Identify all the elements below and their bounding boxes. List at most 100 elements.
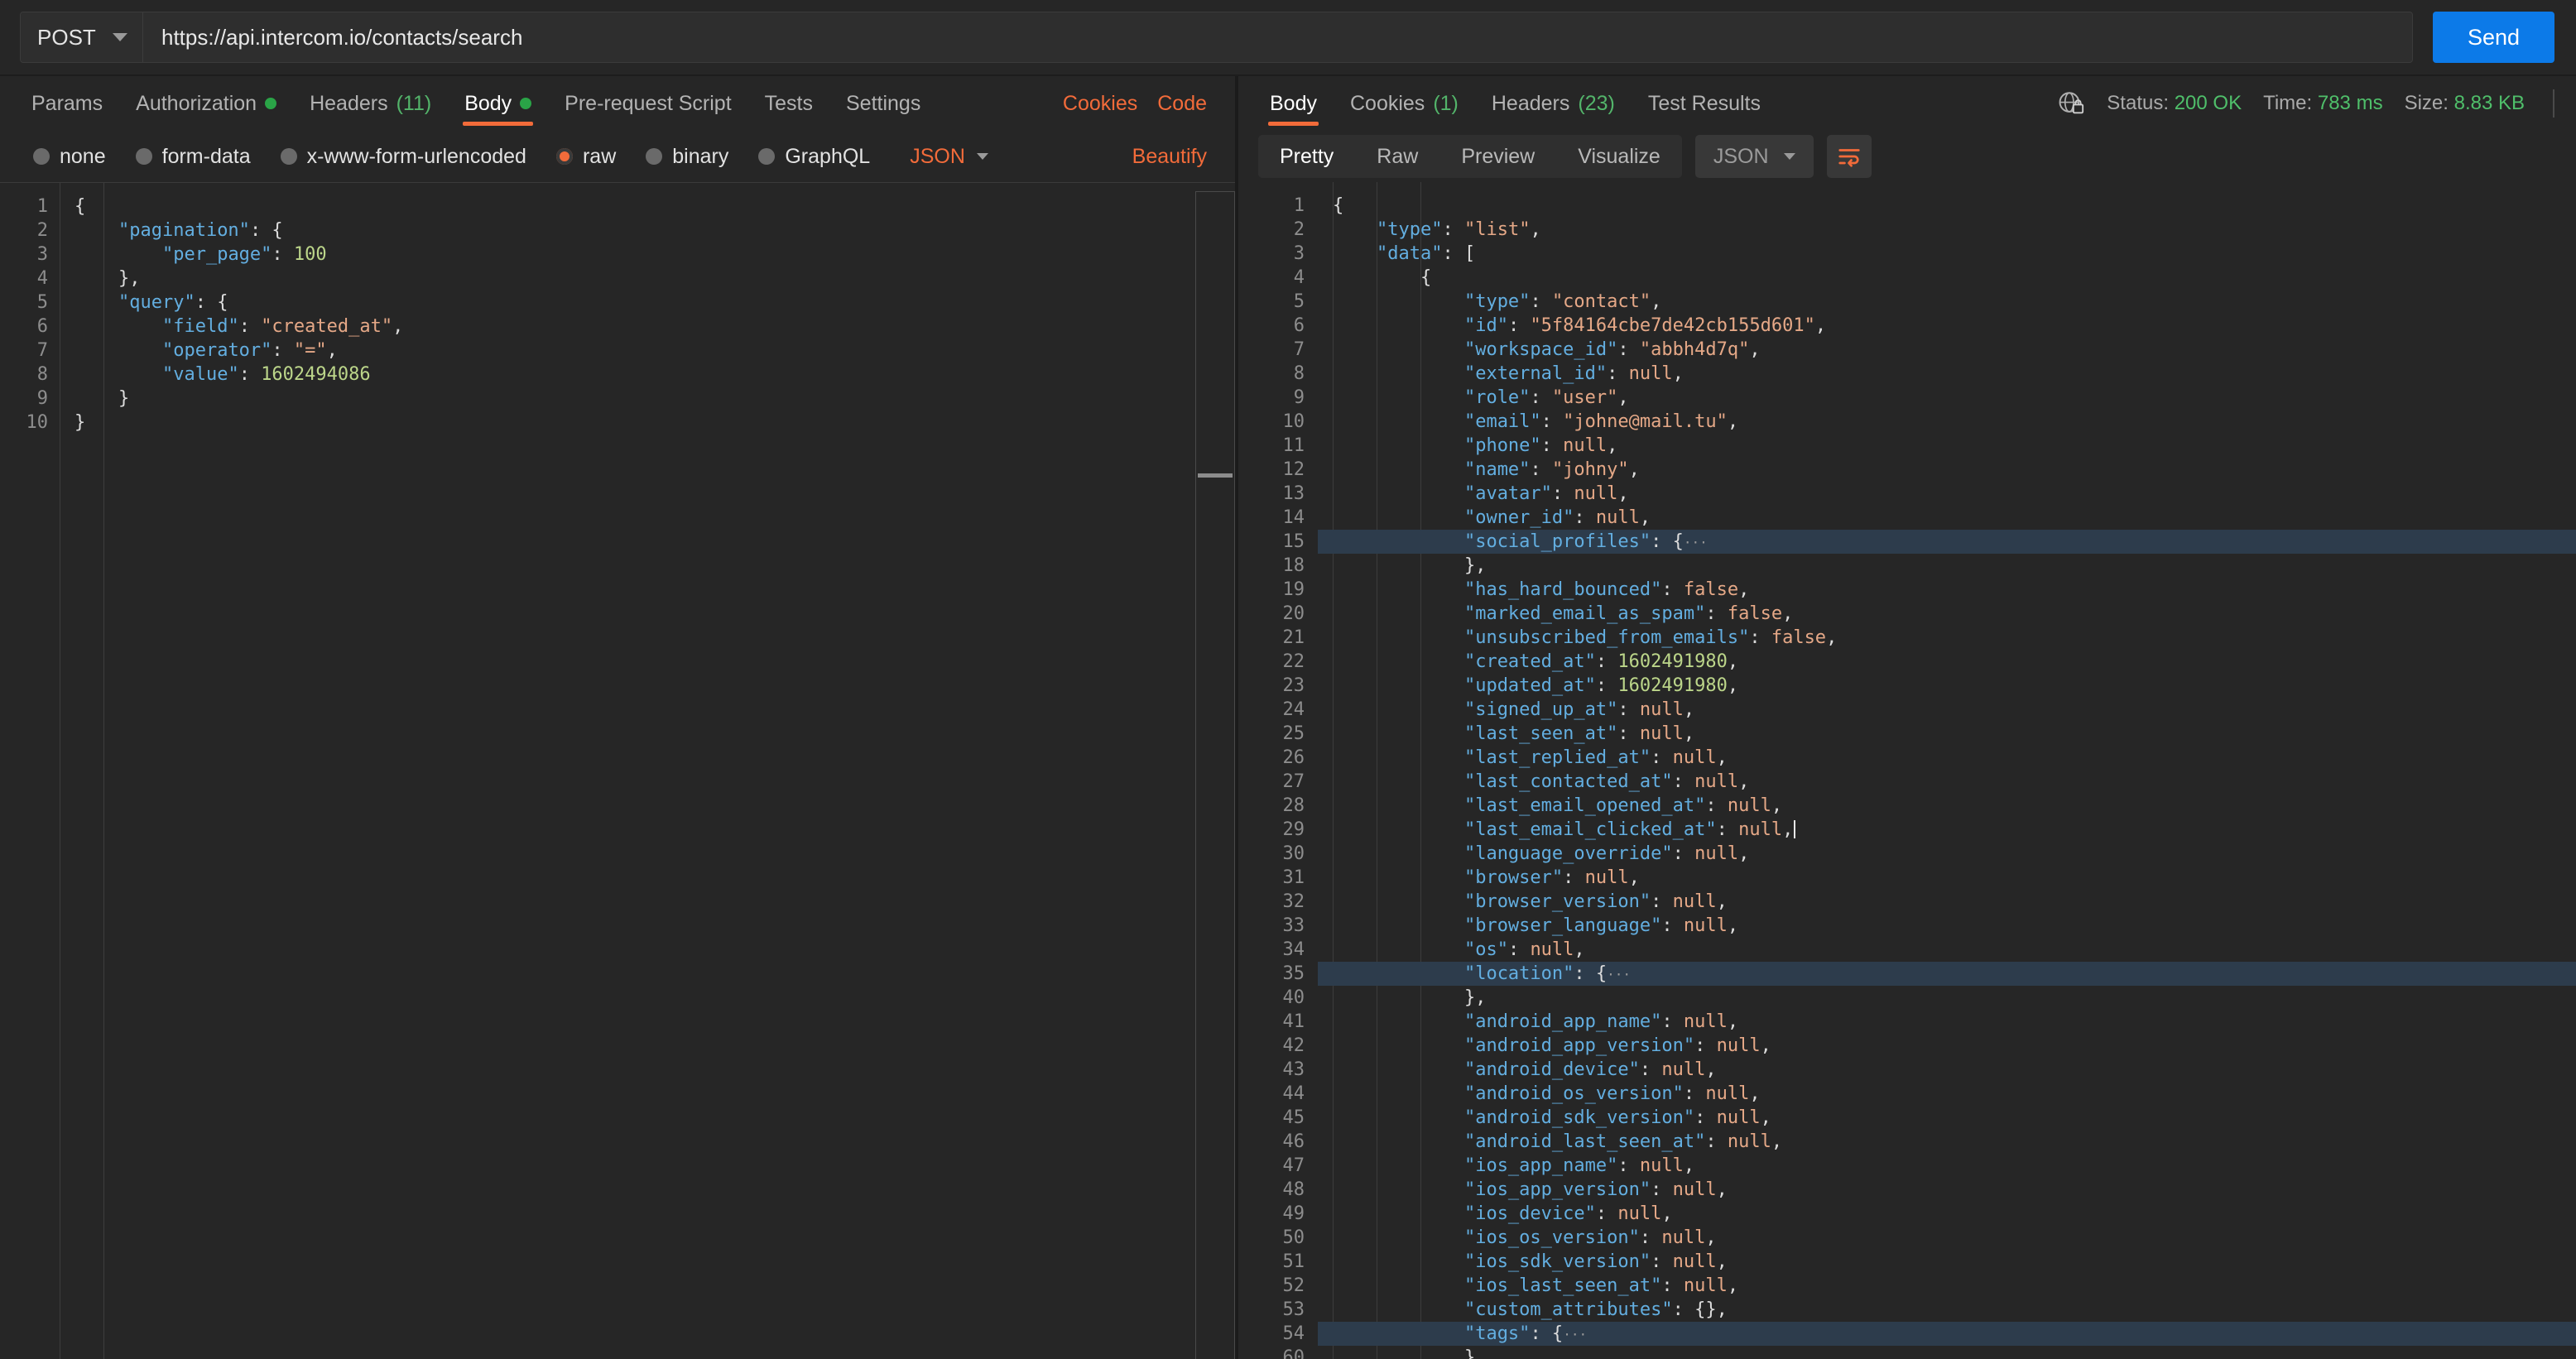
code-line[interactable]: "language_override": null, — [1318, 842, 2576, 866]
code-line[interactable]: "avatar": null, — [1318, 482, 2576, 506]
code-line[interactable]: "unsubscribed_from_emails": false, — [1318, 626, 2576, 650]
code-line[interactable]: "last_seen_at": null, — [1318, 722, 2576, 746]
line-number: 50 — [1282, 1227, 1305, 1248]
code-line[interactable]: "ios_app_name": null, — [1318, 1154, 2576, 1178]
response-tab-cookies[interactable]: Cookies (1) — [1334, 76, 1475, 131]
code-line[interactable]: }, — [74, 267, 1195, 291]
code-line[interactable]: "has_hard_bounced": false, — [1318, 578, 2576, 602]
code-line[interactable]: "android_device": null, — [1318, 1058, 2576, 1082]
code-line[interactable]: } — [74, 387, 1195, 411]
line-number: 42 — [1282, 1035, 1305, 1056]
code-line[interactable]: "updated_at": 1602491980, — [1318, 674, 2576, 698]
code-line[interactable]: "phone": null, — [1318, 434, 2576, 458]
fold-ellipsis[interactable]: ··· — [1607, 967, 1631, 982]
response-view-pretty[interactable]: Pretty — [1258, 135, 1355, 178]
code-line[interactable]: }, — [1318, 1346, 2576, 1359]
code-line[interactable]: }, — [1318, 986, 2576, 1010]
code-line[interactable]: { — [1318, 194, 2576, 218]
code-line[interactable]: "location": {··· — [1318, 962, 2576, 986]
body-type-none[interactable]: none — [20, 145, 119, 169]
word-wrap-button[interactable] — [1826, 135, 1872, 178]
fold-ellipsis[interactable]: ··· — [1563, 1327, 1587, 1342]
response-view-visualize[interactable]: Visualize — [1556, 135, 1682, 178]
cookies-link[interactable]: Cookies — [1053, 76, 1147, 131]
code-line[interactable]: "last_contacted_at": null, — [1318, 770, 2576, 794]
request-body-editor[interactable]: 1 2 3 4 5 6 7 8 9 10 { "pagination": { "per_page"… — [0, 182, 1235, 1359]
response-view-preview[interactable]: Preview — [1439, 135, 1556, 178]
code-line[interactable]: }, — [1318, 554, 2576, 578]
code-line[interactable]: "name": "johny", — [1318, 458, 2576, 482]
code-line[interactable]: "pagination": { — [74, 218, 1195, 243]
http-method-select[interactable]: POST — [21, 12, 143, 62]
response-format-select[interactable]: JSON — [1694, 135, 1814, 178]
response-code-body[interactable]: { "type": "list", "data": [ { "type": "c… — [1318, 182, 2576, 1359]
request-format-select[interactable]: JSON — [896, 145, 1002, 169]
code-line[interactable]: "android_app_version": null, — [1318, 1034, 2576, 1058]
code-line[interactable]: "android_app_name": null, — [1318, 1010, 2576, 1034]
request-tab-headers[interactable]: Headers (11) — [293, 76, 448, 131]
code-line[interactable]: "value": 1602494086 — [74, 363, 1195, 387]
request-tab-tests[interactable]: Tests — [748, 76, 829, 131]
code-line[interactable]: "owner_id": null, — [1318, 506, 2576, 530]
code-line[interactable]: "marked_email_as_spam": false, — [1318, 602, 2576, 626]
code-line[interactable]: "ios_os_version": null, — [1318, 1226, 2576, 1250]
body-type-graphql[interactable]: GraphQL — [745, 145, 883, 169]
body-type-raw[interactable]: raw — [543, 145, 629, 169]
request-tab-settings[interactable]: Settings — [829, 76, 937, 131]
code-line[interactable]: "os": null, — [1318, 938, 2576, 962]
send-button[interactable]: Send — [2432, 12, 2554, 63]
code-line[interactable]: "social_profiles": {··· — [1318, 530, 2576, 554]
code-line[interactable]: "android_last_seen_at": null, — [1318, 1130, 2576, 1154]
response-tab-headers[interactable]: Headers (23) — [1475, 76, 1632, 131]
code-line[interactable]: "data": [ — [1318, 242, 2576, 266]
code-line[interactable]: "external_id": null, — [1318, 362, 2576, 386]
request-tab-body[interactable]: Body — [448, 76, 548, 131]
code-line[interactable]: "custom_attributes": {}, — [1318, 1298, 2576, 1322]
code-line[interactable]: "ios_last_seen_at": null, — [1318, 1274, 2576, 1298]
code-line[interactable]: "query": { — [74, 291, 1195, 315]
response-tab-test-results[interactable]: Test Results — [1632, 76, 1777, 131]
request-editor-minimap[interactable] — [1195, 191, 1235, 1359]
request-code-scroll[interactable]: 1 2 3 4 5 6 7 8 9 10 { "pagination": { "per_page"… — [0, 183, 1195, 1359]
code-line[interactable]: "type": "contact", — [1318, 290, 2576, 314]
code-line[interactable]: "workspace_id": "abbh4d7q", — [1318, 338, 2576, 362]
code-line[interactable]: "id": "5f84164cbe7de42cb155d601", — [1318, 314, 2576, 338]
code-line[interactable]: "type": "list", — [1318, 218, 2576, 242]
code-line[interactable]: "role": "user", — [1318, 386, 2576, 410]
request-tab-authorization[interactable]: Authorization — [119, 76, 293, 131]
code-line[interactable]: "browser_version": null, — [1318, 890, 2576, 914]
code-line[interactable]: "android_sdk_version": null, — [1318, 1106, 2576, 1130]
code-line[interactable]: } — [74, 411, 1195, 435]
beautify-button[interactable]: Beautify — [1122, 145, 1217, 169]
fold-ellipsis[interactable]: ··· — [1684, 535, 1708, 550]
request-url-input[interactable] — [143, 12, 2412, 62]
code-line[interactable]: { — [1318, 266, 2576, 290]
code-line[interactable]: "last_email_opened_at": null, — [1318, 794, 2576, 818]
code-line[interactable]: "last_email_clicked_at": null, — [1318, 818, 2576, 842]
code-line[interactable]: { — [74, 194, 1195, 218]
code-line[interactable]: "email": "johne@mail.tu", — [1318, 410, 2576, 434]
request-tab-pre-request-script[interactable]: Pre-request Script — [548, 76, 747, 131]
code-line[interactable]: "ios_device": null, — [1318, 1202, 2576, 1226]
code-line[interactable]: "last_replied_at": null, — [1318, 746, 2576, 770]
code-line[interactable]: "signed_up_at": null, — [1318, 698, 2576, 722]
request-code-body[interactable]: { "pagination": { "per_page": 100 }, "qu… — [60, 183, 1195, 1359]
code-line[interactable]: "tags": {··· — [1318, 1322, 2576, 1346]
body-type-binary[interactable]: binary — [632, 145, 742, 169]
code-line[interactable]: "per_page": 100 — [74, 243, 1195, 267]
code-line[interactable]: "created_at": 1602491980, — [1318, 650, 2576, 674]
code-line[interactable]: "ios_app_version": null, — [1318, 1178, 2576, 1202]
code-line[interactable]: "field": "created_at", — [74, 315, 1195, 339]
request-tab-params[interactable]: Params — [15, 76, 119, 131]
response-view-raw[interactable]: Raw — [1355, 135, 1439, 178]
code-line[interactable]: "ios_sdk_version": null, — [1318, 1250, 2576, 1274]
code-line[interactable]: "browser_language": null, — [1318, 914, 2576, 938]
response-body-viewer[interactable]: 123456789101112131415›181920212223242526… — [1238, 182, 2576, 1359]
code-line[interactable]: "operator": "=", — [74, 339, 1195, 363]
body-type-x-www-form-urlencoded[interactable]: x-www-form-urlencoded — [267, 145, 540, 169]
code-link[interactable]: Code — [1147, 76, 1217, 131]
response-tab-body[interactable]: Body — [1253, 76, 1334, 131]
body-type-form-data[interactable]: form-data — [123, 145, 264, 169]
code-line[interactable]: "android_os_version": null, — [1318, 1082, 2576, 1106]
code-line[interactable]: "browser": null, — [1318, 866, 2576, 890]
